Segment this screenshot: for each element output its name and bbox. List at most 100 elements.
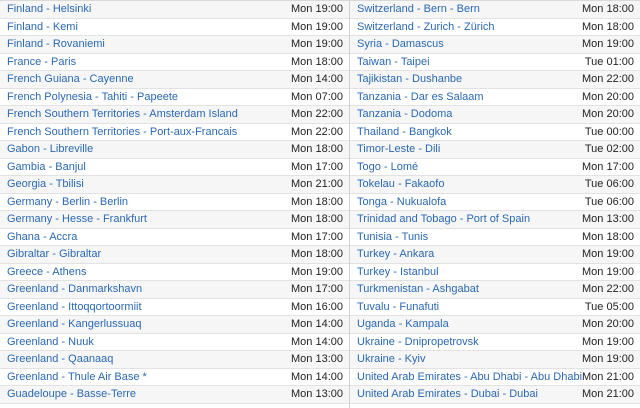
city-link[interactable]: Tanzania - Dodoma bbox=[357, 106, 452, 124]
city-link[interactable]: Turkey - Istanbul bbox=[357, 264, 439, 282]
city-link[interactable]: Trinidad and Tobago - Port of Spain bbox=[357, 211, 530, 229]
local-time: Tue 06:00 bbox=[584, 195, 634, 208]
city-link[interactable]: Tokelau - Fakaofo bbox=[357, 176, 444, 194]
city-link[interactable]: Tonga - Nukualofa bbox=[357, 194, 446, 212]
city-link[interactable]: Ukraine - Dnipropetrovsk bbox=[357, 334, 479, 352]
table-row: United Arab Emirates - Abu Dhabi - Abu D… bbox=[350, 368, 640, 387]
table-row: Switzerland - Bern - Bern Mon 18:00 bbox=[350, 1, 640, 19]
table-row: Greenland - Ittoqqortoormiit Mon 16:00 bbox=[0, 298, 349, 317]
city-link[interactable]: Germany - Hesse - Frankfurt bbox=[7, 211, 147, 229]
local-time: Mon 13:00 bbox=[582, 213, 634, 225]
local-time: Mon 07:00 bbox=[291, 90, 343, 103]
city-link[interactable]: Finland - Kemi bbox=[7, 19, 78, 37]
table-row: French Guiana - Cayenne Mon 14:00 bbox=[0, 71, 349, 89]
city-link[interactable]: Ghana - Accra bbox=[7, 229, 77, 247]
local-time: Tue 00:00 bbox=[584, 125, 634, 138]
table-row: Greece - Athens Mon 19:00 bbox=[0, 263, 349, 282]
table-row: Syria - Damascus Mon 19:00 bbox=[350, 36, 640, 54]
local-time: Mon 18:00 bbox=[291, 248, 343, 260]
local-time: Mon 14:00 bbox=[291, 73, 343, 85]
city-link[interactable]: French Southern Territories - Amsterdam … bbox=[7, 106, 238, 124]
city-link[interactable]: Greenland - Thule Air Base * bbox=[7, 369, 147, 387]
table-row: Tanzania - Dodoma Mon 20:00 bbox=[350, 106, 640, 124]
table-row: Thailand - Bangkok Tue 00:00 bbox=[350, 123, 640, 142]
city-link[interactable]: Tajikistan - Dushanbe bbox=[357, 71, 462, 89]
city-link[interactable]: Greenland - Ittoqqortoormiit bbox=[7, 299, 142, 317]
table-row: Ghana - Accra Mon 17:00 bbox=[0, 228, 349, 247]
table-row: Germany - Hesse - Frankfurt Mon 18:00 bbox=[0, 211, 349, 229]
city-link[interactable]: Ukraine - Kyiv bbox=[357, 351, 425, 369]
local-time: Mon 18:00 bbox=[582, 230, 634, 243]
city-link[interactable]: Greenland - Kangerlussuaq bbox=[7, 316, 142, 334]
local-time: Mon 18:00 bbox=[582, 20, 634, 33]
city-link[interactable]: Turkmenistan - Ashgabat bbox=[357, 281, 479, 299]
local-time: Mon 22:00 bbox=[291, 108, 343, 120]
table-row: French Southern Territories - Amsterdam … bbox=[0, 106, 349, 124]
city-link[interactable]: Switzerland - Bern - Bern bbox=[357, 1, 480, 19]
city-link[interactable]: Gibraltar - Gibraltar bbox=[7, 246, 101, 264]
table-row: Tuvalu - Funafuti Tue 05:00 bbox=[350, 298, 640, 317]
local-time: Tue 02:00 bbox=[584, 143, 634, 155]
city-link[interactable]: Thailand - Bangkok bbox=[357, 124, 452, 142]
city-link[interactable]: Taiwan - Taipei bbox=[357, 54, 430, 72]
table-row: Turkey - Istanbul Mon 19:00 bbox=[350, 263, 640, 282]
city-link[interactable]: Georgia - Tbilisi bbox=[7, 176, 84, 194]
table-row: France - Paris Mon 18:00 bbox=[0, 53, 349, 72]
local-time: Mon 21:00 bbox=[291, 178, 343, 190]
local-time: Mon 19:00 bbox=[291, 3, 343, 15]
local-time: Mon 18:00 bbox=[582, 3, 634, 15]
table-row: Switzerland - Zurich - Zürich Mon 18:00 bbox=[350, 18, 640, 37]
table-row: Togo - Lomé Mon 17:00 bbox=[350, 158, 640, 177]
local-time: Mon 22:00 bbox=[291, 125, 343, 138]
city-link[interactable]: United Arab Emirates - Dubai - Dubai bbox=[357, 386, 538, 404]
table-row: Finland - Kemi Mon 19:00 bbox=[0, 18, 349, 37]
local-time: Mon 22:00 bbox=[582, 283, 634, 295]
city-link[interactable]: Tanzania - Dar es Salaam bbox=[357, 89, 484, 107]
city-link[interactable]: Finland - Rovaniemi bbox=[7, 36, 105, 54]
table-row: Ukraine - Dnipropetrovsk Mon 19:00 bbox=[350, 333, 640, 352]
local-time: Mon 19:00 bbox=[582, 265, 634, 278]
city-link[interactable]: Greece - Athens bbox=[7, 264, 87, 282]
local-time: Mon 19:00 bbox=[582, 353, 634, 365]
city-link[interactable]: Switzerland - Zurich - Zürich bbox=[357, 19, 495, 37]
table-row: Greenland - Kangerlussuaq Mon 14:00 bbox=[0, 316, 349, 334]
city-link[interactable]: Gabon - Libreville bbox=[7, 141, 93, 159]
city-link[interactable]: Finland - Helsinki bbox=[7, 1, 91, 19]
table-row: Greenland - Qaanaaq Mon 13:00 bbox=[0, 351, 349, 369]
table-row: Tajikistan - Dushanbe Mon 22:00 bbox=[350, 71, 640, 89]
city-link[interactable]: Turkey - Ankara bbox=[357, 246, 434, 264]
city-link[interactable]: Greenland - Danmarkshavn bbox=[7, 281, 142, 299]
local-time: Mon 21:00 bbox=[582, 388, 634, 400]
table-row: Turkey - Ankara Mon 19:00 bbox=[350, 246, 640, 264]
table-row: Greenland - Danmarkshavn Mon 17:00 bbox=[0, 281, 349, 299]
city-link[interactable]: French Guiana - Cayenne bbox=[7, 71, 134, 89]
table-row: United Arab Emirates - Dubai - Dubai Mon … bbox=[350, 386, 640, 404]
local-time: Mon 20:00 bbox=[582, 318, 634, 330]
local-time: Mon 20:00 bbox=[582, 108, 634, 120]
local-time: Mon 13:00 bbox=[291, 353, 343, 365]
city-link[interactable]: Togo - Lomé bbox=[357, 159, 418, 177]
local-time: Mon 19:00 bbox=[582, 248, 634, 260]
city-link[interactable]: Guadeloupe - Basse-Terre bbox=[7, 386, 136, 404]
city-link[interactable]: France - Paris bbox=[7, 54, 76, 72]
city-link[interactable]: United Arab Emirates - Abu Dhabi - Abu D… bbox=[357, 369, 582, 387]
local-time: Mon 18:00 bbox=[291, 143, 343, 155]
city-link[interactable]: Germany - Berlin - Berlin bbox=[7, 194, 128, 212]
local-time: Mon 17:00 bbox=[291, 160, 343, 173]
city-link[interactable]: French Southern Territories - Port-aux-F… bbox=[7, 124, 237, 142]
city-link[interactable]: Tunisia - Tunis bbox=[357, 229, 428, 247]
local-time: Mon 19:00 bbox=[291, 265, 343, 278]
city-link[interactable]: Gambia - Banjul bbox=[7, 159, 86, 177]
table-row: French Polynesia - Tahiti - Papeete Mon 0… bbox=[0, 88, 349, 107]
city-link[interactable]: Timor-Leste - Dili bbox=[357, 141, 440, 159]
city-link[interactable]: Uganda - Kampala bbox=[357, 316, 449, 334]
city-link[interactable]: Greenland - Nuuk bbox=[7, 334, 94, 352]
city-link[interactable]: Syria - Damascus bbox=[357, 36, 444, 54]
city-link[interactable]: Tuvalu - Funafuti bbox=[357, 299, 439, 317]
city-link[interactable]: French Polynesia - Tahiti - Papeete bbox=[7, 89, 178, 107]
table-row: Tunisia - Tunis Mon 18:00 bbox=[350, 228, 640, 247]
city-link[interactable]: Greenland - Qaanaaq bbox=[7, 351, 113, 369]
local-time: Mon 16:00 bbox=[291, 300, 343, 313]
table-row: Gambia - Banjul Mon 17:00 bbox=[0, 158, 349, 177]
local-time: Tue 06:00 bbox=[584, 178, 634, 190]
